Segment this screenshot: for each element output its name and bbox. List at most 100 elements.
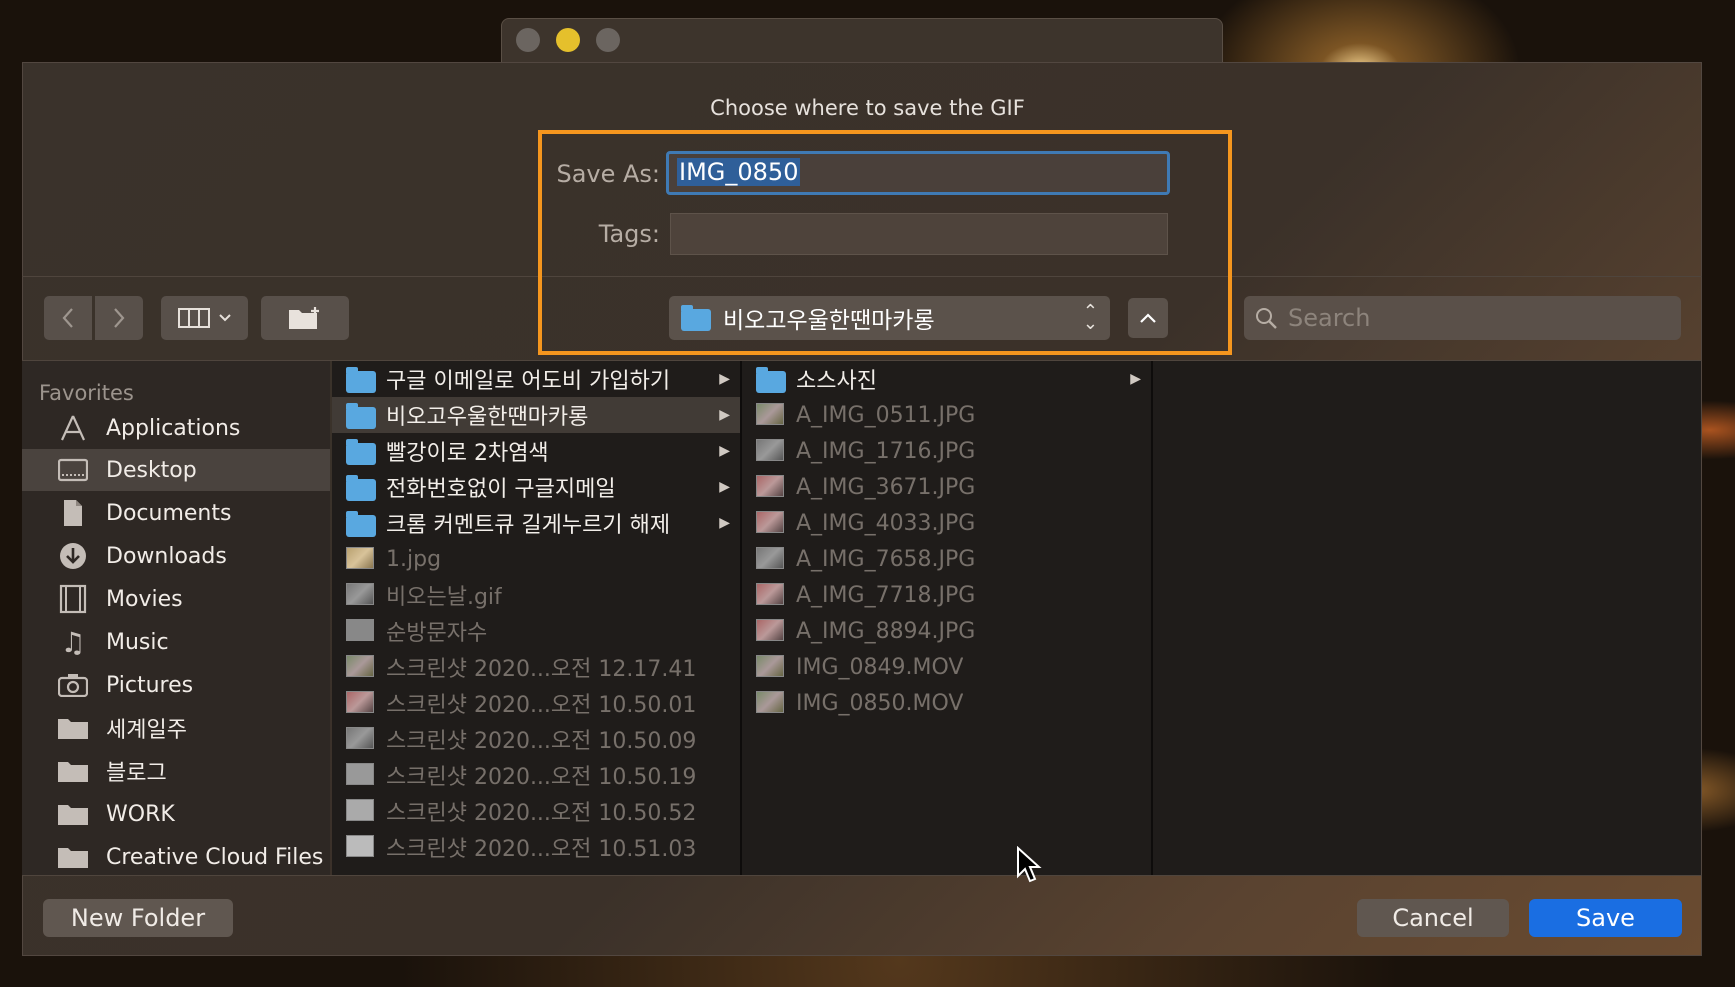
disclosure-arrow-icon: ▶ (719, 479, 730, 495)
search-input[interactable] (1286, 303, 1670, 333)
sidebar-item-music[interactable]: ♫ Music (22, 621, 330, 663)
image-thumbnail-icon (346, 691, 374, 713)
location-label: 비오고우울한땐마카롱 (723, 308, 935, 334)
video-thumbnail-icon (756, 691, 784, 713)
save-as-label: Save As: (556, 160, 660, 188)
item-label: 스크린샷 2020...오전 10.50.52 (386, 801, 697, 826)
divider (22, 875, 1702, 876)
browser-column-2: 소스사진 ▶ A_IMG_0511.JPG A_IMG_1716.JPG A_I… (742, 361, 1151, 875)
movies-icon (56, 584, 90, 614)
sidebar-item-label: Applications (106, 415, 241, 441)
applications-icon (56, 413, 90, 443)
sidebar-item-movies[interactable]: Movies (22, 578, 330, 620)
item-label: 스크린샷 2020...오전 10.50.19 (386, 765, 697, 790)
item-label: IMG_0849.MOV (796, 654, 964, 680)
new-folder-toolbar-button[interactable] (261, 296, 349, 340)
image-thumbnail-icon (756, 619, 784, 641)
cancel-button[interactable]: Cancel (1357, 899, 1509, 937)
search-field[interactable] (1244, 296, 1681, 340)
desktop-icon (56, 455, 90, 485)
image-thumbnail-icon (756, 511, 784, 533)
list-item[interactable]: 비오고우울한땐마카롱 ▶ (332, 397, 740, 433)
image-thumbnail-icon (756, 439, 784, 461)
image-thumbnail-icon (346, 655, 374, 677)
updown-arrows-icon: ⌃ ⌄ (1082, 301, 1098, 334)
collapse-dialog-button[interactable] (1128, 298, 1168, 338)
item-label: 스크린샷 2020...오전 10.51.03 (386, 837, 697, 862)
browser-column-1: 구글 이메일로 어도비 가입하기 ▶ 비오고우울한땐마카롱 ▶ 빨강이로 2차염… (332, 361, 740, 875)
image-thumbnail-icon (346, 583, 374, 605)
list-item: 비오는날.gif (332, 577, 740, 613)
sidebar: Favorites Applications Desktop Documents… (22, 361, 330, 875)
sidebar-item-blog[interactable]: 블로그 (22, 750, 330, 792)
save-as-input[interactable]: IMG_0850 (666, 151, 1170, 195)
save-button[interactable]: Save (1529, 899, 1682, 937)
sidebar-item-downloads[interactable]: Downloads (22, 535, 330, 577)
folder-icon (56, 799, 90, 829)
sidebar-item-desktop[interactable]: Desktop (22, 449, 330, 491)
image-thumbnail-icon (346, 799, 374, 821)
pictures-icon (56, 670, 90, 700)
list-item[interactable]: 빨강이로 2차염색 ▶ (332, 433, 740, 469)
sidebar-item-label: Creative Cloud Files (106, 844, 324, 870)
disclosure-arrow-icon: ▶ (719, 515, 730, 531)
list-item: 스크린샷 2020...오전 10.50.52 (332, 793, 740, 829)
list-item: 스크린샷 2020...오전 10.51.03 (332, 829, 740, 865)
item-label: 크롬 커멘트큐 길게누르기 해제 (386, 513, 671, 538)
view-mode-button[interactable] (161, 296, 248, 340)
tags-input[interactable] (670, 213, 1168, 255)
image-thumbnail-icon (346, 835, 374, 857)
sidebar-item-label: Pictures (106, 672, 194, 698)
documents-icon (56, 498, 90, 528)
image-thumbnail-icon (346, 619, 374, 641)
back-button[interactable] (44, 296, 92, 340)
sidebar-item-label: Movies (106, 586, 183, 612)
image-thumbnail-icon (346, 763, 374, 785)
close-window-button[interactable] (516, 28, 540, 52)
item-label: 순방문자수 (386, 621, 488, 646)
list-item: A_IMG_7718.JPG (742, 577, 1151, 613)
sidebar-item-documents[interactable]: Documents (22, 492, 330, 534)
folder-icon (346, 367, 376, 393)
sidebar-item-applications[interactable]: Applications (22, 407, 330, 449)
minimize-window-button[interactable] (556, 28, 580, 52)
browser-column-3 (1153, 361, 1701, 875)
folder-icon (346, 403, 376, 429)
folder-icon (56, 713, 90, 743)
folder-icon (346, 439, 376, 465)
list-item: 스크린샷 2020...오전 12.17.41 (332, 649, 740, 685)
folder-icon (346, 475, 376, 501)
new-folder-button[interactable]: New Folder (43, 899, 233, 937)
list-item[interactable]: 소스사진 ▶ (742, 361, 1151, 397)
folder-icon (756, 367, 786, 393)
sidebar-item-label: 세계일주 (106, 718, 187, 743)
item-label: 빨강이로 2차염색 (386, 441, 549, 466)
image-thumbnail-icon (756, 403, 784, 425)
chevron-up-icon (1140, 313, 1156, 323)
disclosure-arrow-icon: ▶ (719, 371, 730, 387)
sidebar-item-world-trip[interactable]: 세계일주 (22, 707, 330, 749)
location-popup[interactable]: 비오고우울한땐마카롱 ⌃ ⌄ (669, 296, 1110, 340)
sidebar-item-work[interactable]: WORK (22, 793, 330, 835)
column-view-icon (177, 308, 210, 328)
sidebar-item-pictures[interactable]: Pictures (22, 664, 330, 706)
list-item: A_IMG_8894.JPG (742, 613, 1151, 649)
item-label: A_IMG_3671.JPG (796, 474, 976, 500)
sidebar-item-label: Downloads (106, 543, 227, 569)
sidebar-heading: Favorites (39, 381, 134, 405)
list-item: IMG_0850.MOV (742, 685, 1151, 721)
list-item[interactable]: 크롬 커멘트큐 길게누르기 해제 ▶ (332, 505, 740, 541)
dialog-title: Choose where to save the GIF (710, 96, 1025, 120)
list-item[interactable]: 전화번호없이 구글지메일 ▶ (332, 469, 740, 505)
list-item: A_IMG_3671.JPG (742, 469, 1151, 505)
sidebar-item-creative-cloud[interactable]: Creative Cloud Files (22, 836, 330, 875)
maximize-window-button[interactable] (596, 28, 620, 52)
item-label: A_IMG_1716.JPG (796, 438, 976, 464)
list-item: 1.jpg (332, 541, 740, 577)
sidebar-item-label: Music (106, 629, 169, 655)
list-item[interactable]: 구글 이메일로 어도비 가입하기 ▶ (332, 361, 740, 397)
item-label: 구글 이메일로 어도비 가입하기 (386, 369, 671, 394)
forward-button[interactable] (95, 296, 143, 340)
list-item: IMG_0849.MOV (742, 649, 1151, 685)
chevron-down-icon (218, 314, 231, 322)
